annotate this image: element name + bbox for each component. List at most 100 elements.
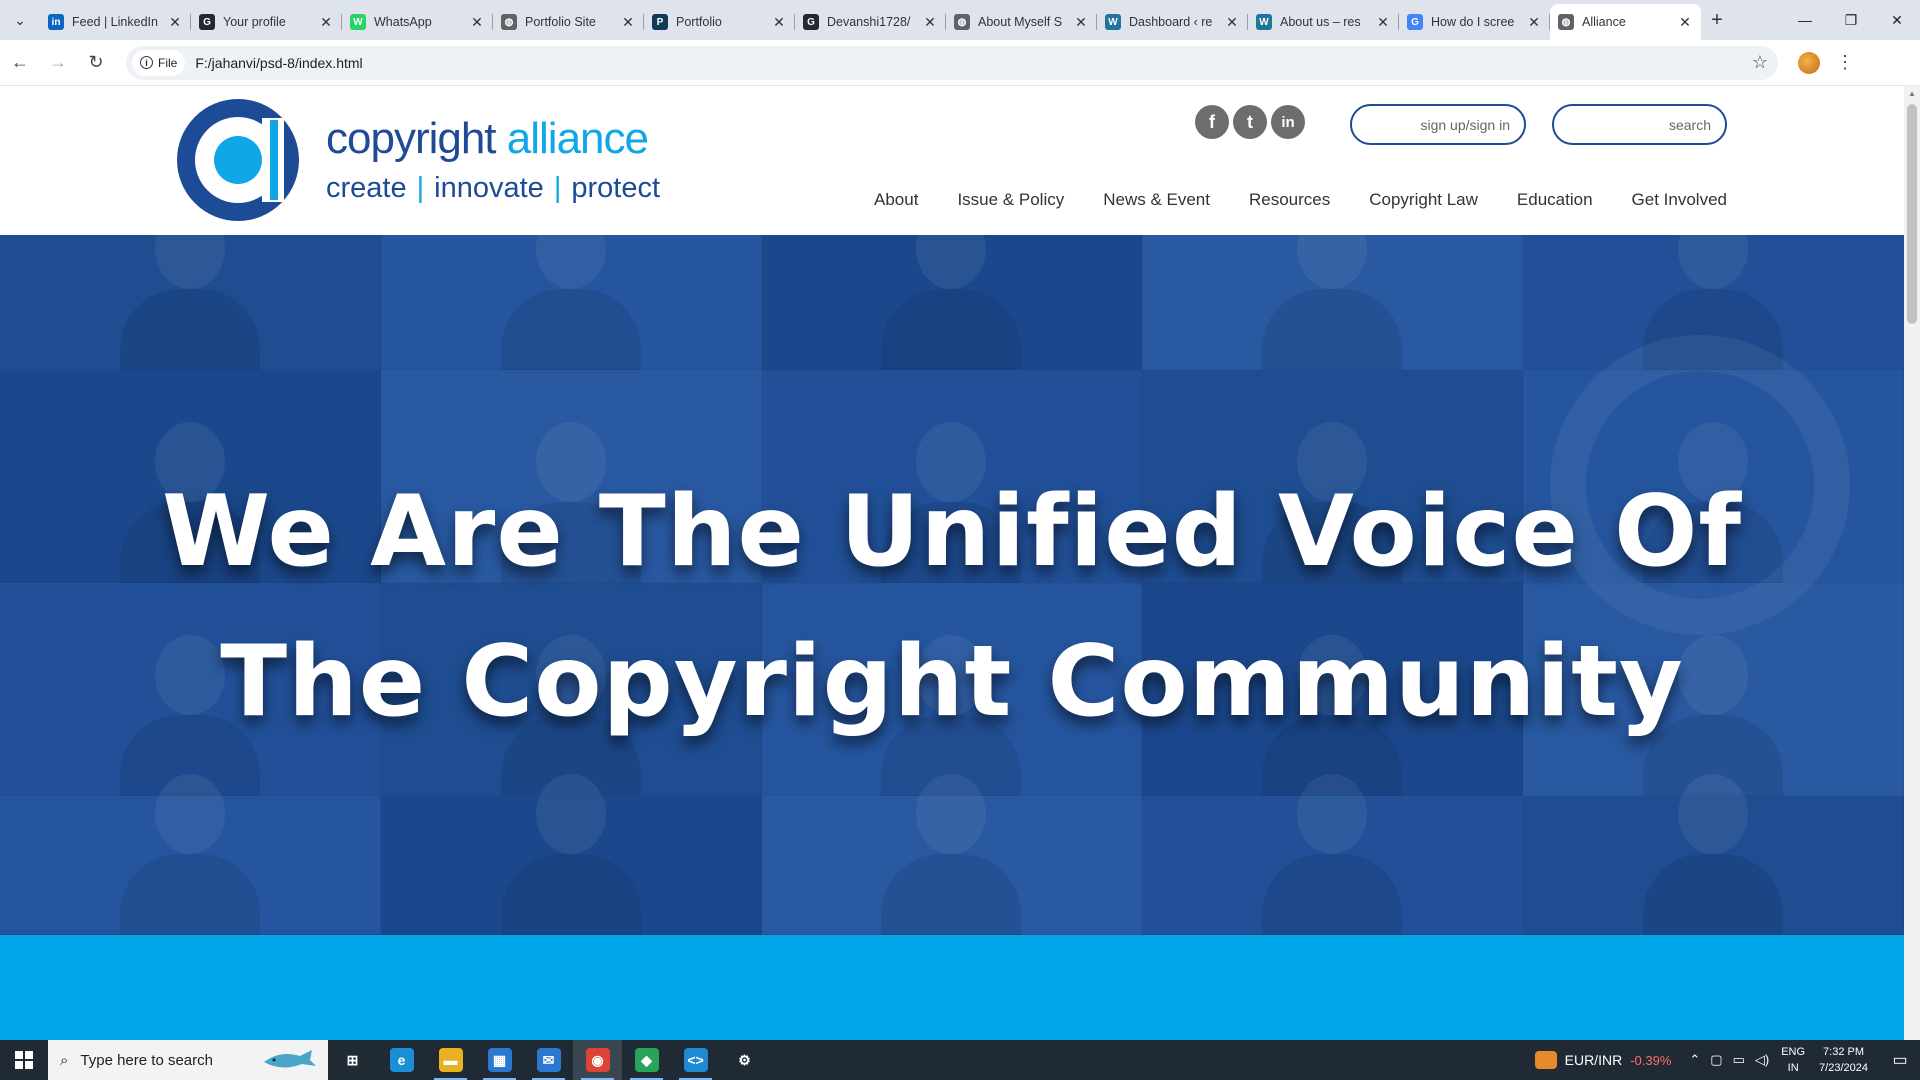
browser-tab[interactable]: W WhatsApp ✕ xyxy=(342,6,493,38)
store-taskbar-button[interactable]: ▦ xyxy=(475,1040,524,1080)
tab-title: WhatsApp xyxy=(374,15,432,29)
new-tab-button[interactable]: + xyxy=(1701,0,1733,40)
linkedin-icon: in xyxy=(48,14,64,30)
mail-icon: ✉ xyxy=(536,1048,561,1072)
forward-button[interactable]: → xyxy=(40,45,76,81)
tab-title: Feed | LinkedIn xyxy=(72,15,158,29)
browser-tab[interactable]: ◍ Portfolio Site ✕ xyxy=(493,6,644,38)
store-icon: ▦ xyxy=(487,1048,512,1072)
browser-tab[interactable]: G Devanshi1728/ ✕ xyxy=(795,6,946,38)
signin-field[interactable] xyxy=(1350,104,1526,145)
bookmark-star-icon[interactable]: ☆ xyxy=(1752,52,1768,73)
nav-issue-policy[interactable]: Issue & Policy xyxy=(957,190,1064,210)
browser-tab[interactable]: W About us – res ✕ xyxy=(1248,6,1399,38)
nav-get-involved[interactable]: Get Involved xyxy=(1632,190,1727,210)
nav-about[interactable]: About xyxy=(874,190,918,210)
scrollbar-thumb[interactable] xyxy=(1907,104,1917,324)
network-icon[interactable]: ▭ xyxy=(1733,1052,1745,1068)
system-clock[interactable]: 7:32 PM 7/23/2024 xyxy=(1819,1044,1868,1076)
nav-copyright-law[interactable]: Copyright Law xyxy=(1369,190,1478,210)
chevron-up-icon[interactable]: ⌃ xyxy=(1689,1052,1700,1068)
meet-now-icon[interactable]: ▢ xyxy=(1710,1052,1722,1068)
search-field[interactable] xyxy=(1552,104,1727,145)
clock-date: 7/23/2024 xyxy=(1819,1062,1868,1074)
browser-tab[interactable]: ◍ About Myself S ✕ xyxy=(946,6,1097,38)
task-view-taskbar-button[interactable]: ⊞ xyxy=(328,1040,377,1080)
linkedin-icon[interactable]: in xyxy=(1271,105,1305,139)
reload-button[interactable]: ↻ xyxy=(78,45,114,81)
close-tab-icon[interactable]: ✕ xyxy=(1677,14,1693,31)
app-icon: ◆ xyxy=(634,1048,659,1072)
close-tab-icon[interactable]: ✕ xyxy=(1375,14,1391,31)
close-tab-icon[interactable]: ✕ xyxy=(771,14,787,31)
globe-icon: ◍ xyxy=(501,14,517,30)
close-tab-icon[interactable]: ✕ xyxy=(620,14,636,31)
scroll-up-arrow-icon[interactable]: ▲ xyxy=(1904,86,1920,102)
vscode-taskbar-button[interactable]: <> xyxy=(671,1040,720,1080)
wordpress-icon: W xyxy=(1105,14,1121,30)
browser-menu-icon[interactable]: ⋮ xyxy=(1830,52,1860,73)
browser-tab[interactable]: ◍ Alliance ✕ xyxy=(1550,4,1701,40)
browser-tab[interactable]: P Portfolio ✕ xyxy=(644,6,795,38)
browser-toolbar: ← → ↻ i File F:/jahanvi/psd-8/index.html… xyxy=(0,40,1920,86)
clock-time: 7:32 PM xyxy=(1823,1046,1865,1058)
window-controls: — ❐ ✕ xyxy=(1782,0,1920,40)
start-button[interactable] xyxy=(0,1040,48,1080)
site-info-chip[interactable]: i File xyxy=(132,49,186,76)
browser-tab[interactable]: G How do I scree ✕ xyxy=(1399,6,1550,38)
browser-tab[interactable]: W Dashboard ‹ re ✕ xyxy=(1097,6,1248,38)
back-button[interactable]: ← xyxy=(2,45,38,81)
notification-icon[interactable]: ▭ xyxy=(1880,1040,1920,1080)
tab-strip: ⌄ in Feed | LinkedIn ✕ G Your profile ✕ W Whats… xyxy=(0,0,1920,40)
profile-avatar[interactable] xyxy=(1798,51,1820,74)
site-chip-label: File xyxy=(158,55,178,70)
windows-taskbar: ⌕ Type here to search ⊞ e ▬ ▦ ✉ ◉ ◆ <> ⚙ EUR/INR… xyxy=(0,1040,1920,1080)
site-logo[interactable]: copyright alliance create | innovate | prote… xyxy=(176,98,660,222)
taskbar-search[interactable]: ⌕ Type here to search xyxy=(48,1040,328,1080)
brand-name-alt: alliance xyxy=(506,114,649,163)
close-tab-icon[interactable]: ✕ xyxy=(469,14,485,31)
close-tab-icon[interactable]: ✕ xyxy=(318,14,334,31)
address-bar[interactable]: i File F:/jahanvi/psd-8/index.html ☆ xyxy=(126,45,1778,80)
edge-taskbar-button[interactable]: e xyxy=(377,1040,426,1080)
tab-search-button[interactable]: ⌄ xyxy=(0,0,40,40)
minimize-button[interactable]: — xyxy=(1782,0,1828,40)
language-indicator[interactable]: ENG IN xyxy=(1781,1044,1805,1076)
tagline-create: create xyxy=(326,172,407,204)
search-input[interactable] xyxy=(1571,116,1711,133)
file-explorer-icon: ▬ xyxy=(438,1048,463,1072)
signin-input[interactable] xyxy=(1370,116,1510,133)
facebook-icon[interactable]: f xyxy=(1195,105,1229,139)
hero-heading-line-2: The Copyright Community xyxy=(220,625,1684,739)
url-text[interactable]: F:/jahanvi/psd-8/index.html xyxy=(195,55,362,71)
tab-list: in Feed | LinkedIn ✕ G Your profile ✕ W WhatsAp… xyxy=(40,0,1701,40)
close-tab-icon[interactable]: ✕ xyxy=(922,14,938,31)
nav-resources[interactable]: Resources xyxy=(1249,190,1330,210)
volume-icon[interactable]: ◁) xyxy=(1755,1052,1769,1068)
browser-tab[interactable]: in Feed | LinkedIn ✕ xyxy=(40,6,191,38)
close-tab-icon[interactable]: ✕ xyxy=(1526,14,1542,31)
close-tab-icon[interactable]: ✕ xyxy=(167,14,183,31)
tab-title: Alliance xyxy=(1582,15,1626,29)
brand-name-main: copyright xyxy=(326,114,507,163)
close-tab-icon[interactable]: ✕ xyxy=(1073,14,1089,31)
close-window-button[interactable]: ✕ xyxy=(1874,0,1920,40)
app-taskbar-button[interactable]: ◆ xyxy=(622,1040,671,1080)
close-tab-icon[interactable]: ✕ xyxy=(1224,14,1240,31)
twitter-icon[interactable]: t xyxy=(1233,105,1267,139)
browser-tab[interactable]: G Your profile ✕ xyxy=(191,6,342,38)
google-icon: G xyxy=(1407,14,1423,30)
nav-news-event[interactable]: News & Event xyxy=(1103,190,1210,210)
chrome-taskbar-button[interactable]: ◉ xyxy=(573,1040,622,1080)
hero-heading-line-1: We Are The Unified Voice Of xyxy=(161,475,1743,589)
mail-taskbar-button[interactable]: ✉ xyxy=(524,1040,573,1080)
settings-taskbar-button[interactable]: ⚙ xyxy=(720,1040,769,1080)
currency-ticker[interactable]: EUR/INR -0.39% xyxy=(1534,1051,1671,1069)
globe-icon: ◍ xyxy=(1558,14,1574,30)
restore-button[interactable]: ❐ xyxy=(1828,0,1874,40)
file-explorer-taskbar-button[interactable]: ▬ xyxy=(426,1040,475,1080)
nav-education[interactable]: Education xyxy=(1517,190,1593,210)
taskbar-search-placeholder: Type here to search xyxy=(80,1051,213,1069)
chrome-icon: ◉ xyxy=(585,1048,610,1072)
page-scrollbar[interactable]: ▲ xyxy=(1904,86,1920,1040)
